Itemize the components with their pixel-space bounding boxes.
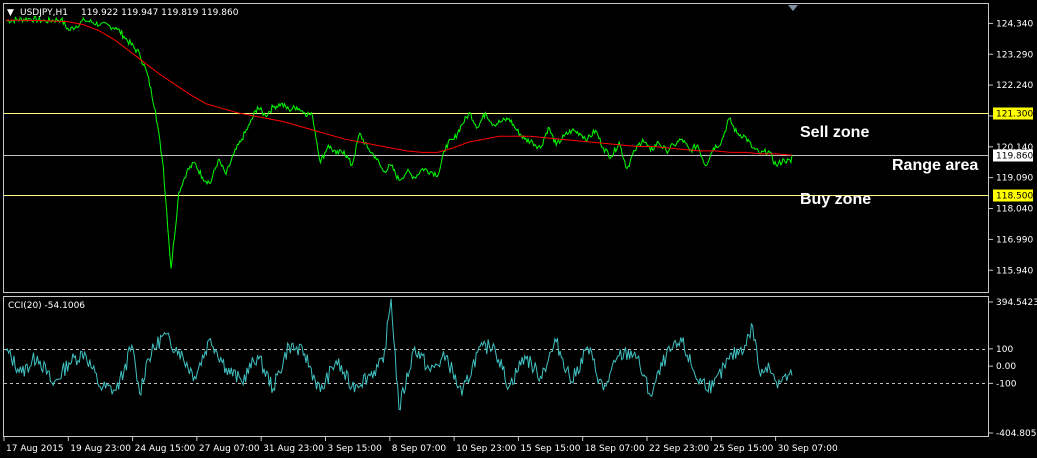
cci-header: CCI(20) -54.1006	[8, 301, 85, 311]
x-tick-label: 25 Sep 15:00	[713, 444, 773, 454]
sell-zone-label: Sell zone	[800, 124, 869, 141]
y-tick-label: 118.040	[996, 205, 1033, 215]
x-tick-label: 27 Aug 07:00	[199, 444, 260, 454]
x-tick-label: 31 Aug 23:00	[263, 444, 324, 454]
x-tick-label: 19 Aug 23:00	[70, 444, 131, 454]
buy-level-label: 118.500	[996, 192, 1033, 202]
moving-average-line	[6, 19, 793, 156]
cci-y-tick-label: 100	[996, 345, 1013, 355]
x-tick-label: 18 Sep 07:00	[585, 444, 645, 454]
cci-y-tick-label: -100	[996, 379, 1017, 389]
x-tick-label: 10 Sep 23:00	[456, 444, 516, 454]
range-level-label: 119.860	[996, 152, 1033, 162]
cci-chart-frame	[3, 296, 989, 437]
buy-zone-label: Buy zone	[800, 191, 871, 208]
y-tick-label: 119.090	[996, 174, 1033, 184]
ohlc-values: 119.922 119.947 119.819 119.860	[81, 8, 239, 18]
price-line	[5, 15, 793, 269]
main-header-arrow-icon[interactable]: ▼	[7, 8, 14, 18]
chart-shift-marker-icon[interactable]	[788, 5, 798, 11]
x-tick-label: 3 Sep 15:00	[328, 444, 383, 454]
range-area-label: Range area	[892, 157, 978, 174]
cci-y-tick-label: 394.5423	[996, 298, 1037, 308]
y-tick-label: 115.940	[996, 266, 1033, 276]
cci-line	[5, 298, 793, 411]
symbol-label: USDJPY,H1	[20, 8, 68, 18]
sell-level-label: 121.300	[996, 110, 1033, 120]
y-tick-label: 123.290	[996, 50, 1033, 60]
x-tick-label: 8 Sep 07:00	[392, 444, 447, 454]
x-tick-label: 15 Sep 15:00	[520, 444, 580, 454]
x-tick-label: 22 Sep 23:00	[649, 444, 709, 454]
main-chart-frame	[3, 3, 989, 293]
trading-chart: 124.340123.290122.240121.190120.140119.0…	[3, 3, 1037, 454]
x-tick-label: 17 Aug 2015	[6, 444, 64, 454]
y-tick-label: 124.340	[996, 19, 1033, 29]
cci-y-tick-label: 0.00	[996, 362, 1016, 372]
cci-y-tick-label: -404.805	[996, 429, 1036, 439]
y-tick-label: 116.990	[996, 235, 1033, 245]
x-tick-label: 24 Aug 15:00	[135, 444, 196, 454]
x-tick-label: 30 Sep 07:00	[778, 444, 838, 454]
y-tick-label: 122.240	[996, 81, 1033, 91]
